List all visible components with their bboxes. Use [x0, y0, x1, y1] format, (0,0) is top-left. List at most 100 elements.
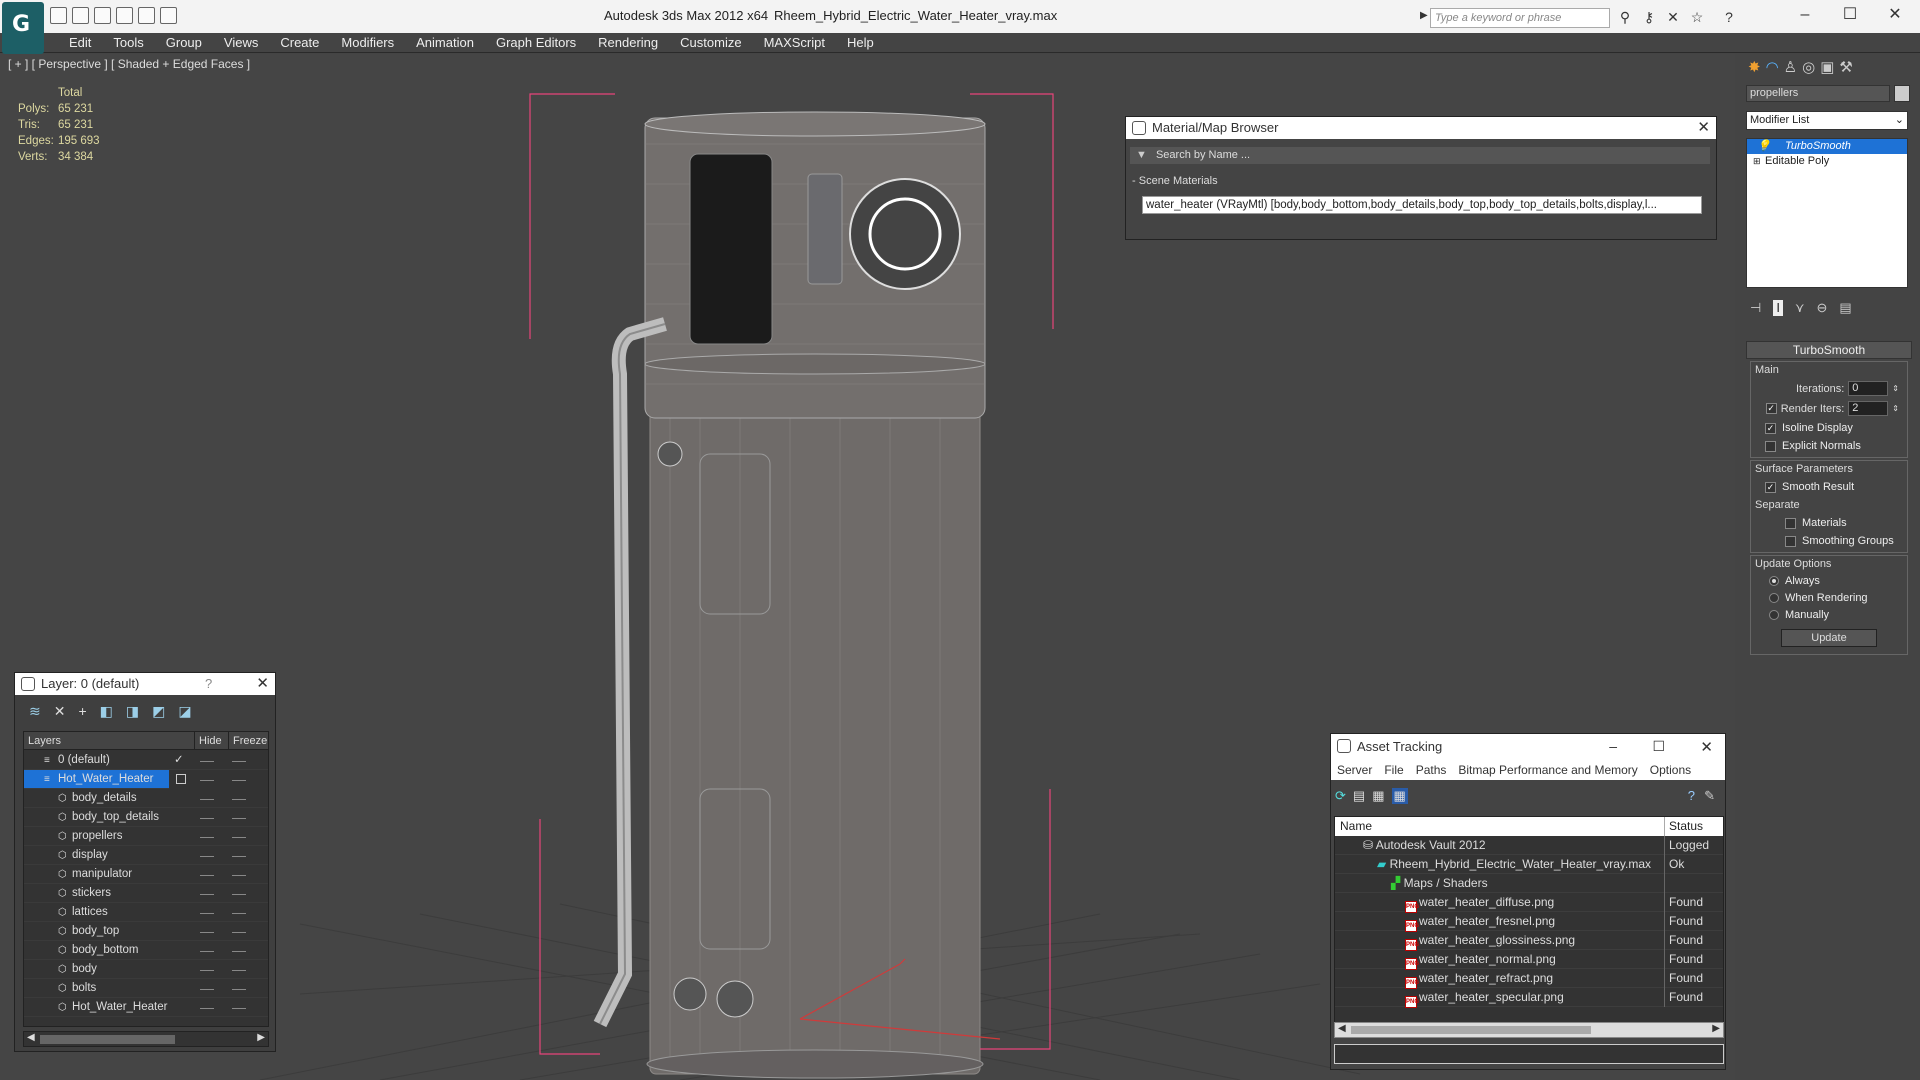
help-icon[interactable]: ?: [1720, 8, 1738, 26]
table-view-icon[interactable]: ▦: [1391, 788, 1408, 804]
close-icon[interactable]: ✕: [1880, 4, 1910, 26]
list-icon[interactable]: ▤: [1353, 788, 1365, 804]
layer-row[interactable]: ≡ Hot_Water_Heater: [24, 770, 246, 789]
minimize-icon[interactable]: –: [1609, 738, 1617, 754]
layer-row[interactable]: ⬡ lattices: [24, 903, 268, 922]
layer-row[interactable]: ⬡ stickers: [24, 884, 268, 903]
save-icon[interactable]: [72, 7, 89, 24]
asset-menu-file[interactable]: File: [1378, 760, 1409, 780]
hide-toggle[interactable]: [200, 894, 214, 895]
refresh-icon[interactable]: ⟳: [1335, 788, 1346, 804]
col-freeze[interactable]: Freeze: [228, 732, 267, 750]
asset-row[interactable]: ▞ Maps / Shaders: [1335, 874, 1723, 893]
layer-row[interactable]: ⬡ manipulator: [24, 865, 268, 884]
menu-animation[interactable]: Animation: [405, 35, 485, 50]
viewport-label[interactable]: [ + ] [ Perspective ] [ Shaded + Edged F…: [8, 57, 250, 71]
asset-tracking-titlebar[interactable]: Asset Tracking – ☐ ✕: [1331, 734, 1725, 760]
menu-group[interactable]: Group: [155, 35, 213, 50]
hierarchy-tab-icon[interactable]: ♙: [1784, 58, 1797, 76]
menu-views[interactable]: Views: [213, 35, 269, 50]
render-iters-value[interactable]: 2: [1848, 401, 1889, 416]
hide-toggle[interactable]: [200, 818, 214, 819]
hide-all-icon[interactable]: ◩: [152, 703, 165, 720]
hide-toggle[interactable]: [200, 913, 214, 914]
menu-tools[interactable]: Tools: [102, 35, 154, 50]
show-end-result-icon[interactable]: I: [1773, 300, 1783, 316]
asset-menu-bitmap[interactable]: Bitmap Performance and Memory: [1452, 760, 1643, 780]
menu-create[interactable]: Create: [269, 35, 330, 50]
spinner-arrows-icon[interactable]: ⇕: [1892, 404, 1899, 413]
maximize-icon[interactable]: ☐: [1652, 738, 1665, 755]
undo-icon[interactable]: [138, 7, 155, 24]
scroll-thumb[interactable]: [1351, 1026, 1591, 1034]
configure-sets-icon[interactable]: ▤: [1839, 300, 1851, 316]
hide-toggle[interactable]: [200, 989, 214, 990]
open-icon[interactable]: [50, 7, 67, 24]
project-icon[interactable]: [116, 7, 133, 24]
display-tab-icon[interactable]: ▣: [1820, 58, 1834, 76]
hide-toggle[interactable]: [200, 837, 214, 838]
manually-radio[interactable]: Manually: [1769, 609, 1903, 621]
menu-customize[interactable]: Customize: [669, 35, 752, 50]
hide-toggle[interactable]: [200, 1008, 214, 1009]
make-unique-icon[interactable]: ⋎: [1795, 300, 1805, 316]
when-rendering-radio[interactable]: When Rendering: [1769, 592, 1903, 604]
freeze-all-icon[interactable]: ◪: [178, 703, 191, 720]
hide-toggle[interactable]: [200, 932, 214, 933]
freeze-toggle[interactable]: [232, 856, 246, 857]
help-icon[interactable]: ?: [205, 676, 212, 691]
scroll-thumb[interactable]: [40, 1035, 175, 1044]
render-iters-checkbox[interactable]: ✓: [1765, 403, 1777, 414]
stack-item-editable-poly[interactable]: ⊞ Editable Poly: [1747, 154, 1907, 169]
close-icon[interactable]: ✕: [256, 674, 269, 692]
layer-row[interactable]: ⬡ Hot_Water_Heater: [24, 998, 268, 1017]
freeze-toggle[interactable]: [232, 761, 246, 762]
material-entry[interactable]: water_heater (VRayMtl) [body,body_bottom…: [1142, 196, 1702, 214]
vault-help-icon[interactable]: ?: [1688, 788, 1695, 803]
freeze-toggle[interactable]: [232, 913, 246, 914]
binoculars-icon[interactable]: ⚲: [1616, 8, 1634, 26]
asset-path-field[interactable]: [1334, 1044, 1724, 1064]
layer-row[interactable]: ≡ 0 (default) ✓: [24, 751, 268, 770]
freeze-toggle[interactable]: [232, 1008, 246, 1009]
current-layer-check-icon[interactable]: ✓: [174, 751, 184, 770]
hide-toggle[interactable]: [200, 970, 214, 971]
layer-row[interactable]: ⬡ propellers: [24, 827, 268, 846]
tree-icon[interactable]: ▦: [1372, 788, 1384, 804]
freeze-toggle[interactable]: [232, 970, 246, 971]
menu-modifiers[interactable]: Modifiers: [330, 35, 405, 50]
scroll-left-icon[interactable]: ◀: [1338, 1023, 1346, 1034]
search-expand-icon[interactable]: ▶: [1420, 10, 1428, 21]
material-browser-titlebar[interactable]: Material/Map Browser ✕: [1126, 117, 1716, 139]
hide-toggle[interactable]: [200, 780, 214, 781]
iterations-value[interactable]: 0: [1848, 381, 1889, 396]
layers-icon[interactable]: ≋: [29, 703, 41, 720]
scroll-right-icon[interactable]: ▶: [257, 1032, 265, 1043]
layer-row[interactable]: ⬡ display: [24, 846, 268, 865]
layer-row[interactable]: ⬡ body_bottom: [24, 941, 268, 960]
set-current-box[interactable]: [176, 774, 186, 784]
freeze-toggle[interactable]: [232, 780, 246, 781]
asset-menu-server[interactable]: Server: [1331, 760, 1378, 780]
close-icon[interactable]: ✕: [1700, 738, 1713, 756]
isoline-display-checkbox[interactable]: ✓ Isoline Display: [1765, 422, 1903, 434]
asset-row[interactable]: PNGwater_heater_specular.png Found: [1335, 988, 1723, 1008]
asset-row[interactable]: ⛁ Autodesk Vault 2012 Logged Ou: [1335, 836, 1723, 855]
smoothing-groups-checkbox[interactable]: Smoothing Groups: [1785, 535, 1903, 547]
col-hide[interactable]: Hide: [194, 732, 222, 750]
col-status[interactable]: Status: [1664, 817, 1703, 836]
hide-toggle[interactable]: [200, 875, 214, 876]
stack-item-turbosmooth[interactable]: 💡 TurboSmooth: [1747, 139, 1907, 154]
layer-row[interactable]: ⬡ body_top_details: [24, 808, 268, 827]
new-icon[interactable]: [94, 7, 111, 24]
freeze-toggle[interactable]: [232, 989, 246, 990]
freeze-toggle[interactable]: [232, 818, 246, 819]
freeze-toggle[interactable]: [232, 894, 246, 895]
menu-edit[interactable]: Edit: [58, 35, 102, 50]
scene-materials-header[interactable]: - Scene Materials: [1132, 175, 1218, 187]
asset-menu-options[interactable]: Options: [1644, 760, 1697, 780]
freeze-toggle[interactable]: [232, 837, 246, 838]
asset-menu-paths[interactable]: Paths: [1410, 760, 1453, 780]
remove-modifier-icon[interactable]: ⊖: [1816, 300, 1827, 316]
menu-graph-editors[interactable]: Graph Editors: [485, 35, 587, 50]
